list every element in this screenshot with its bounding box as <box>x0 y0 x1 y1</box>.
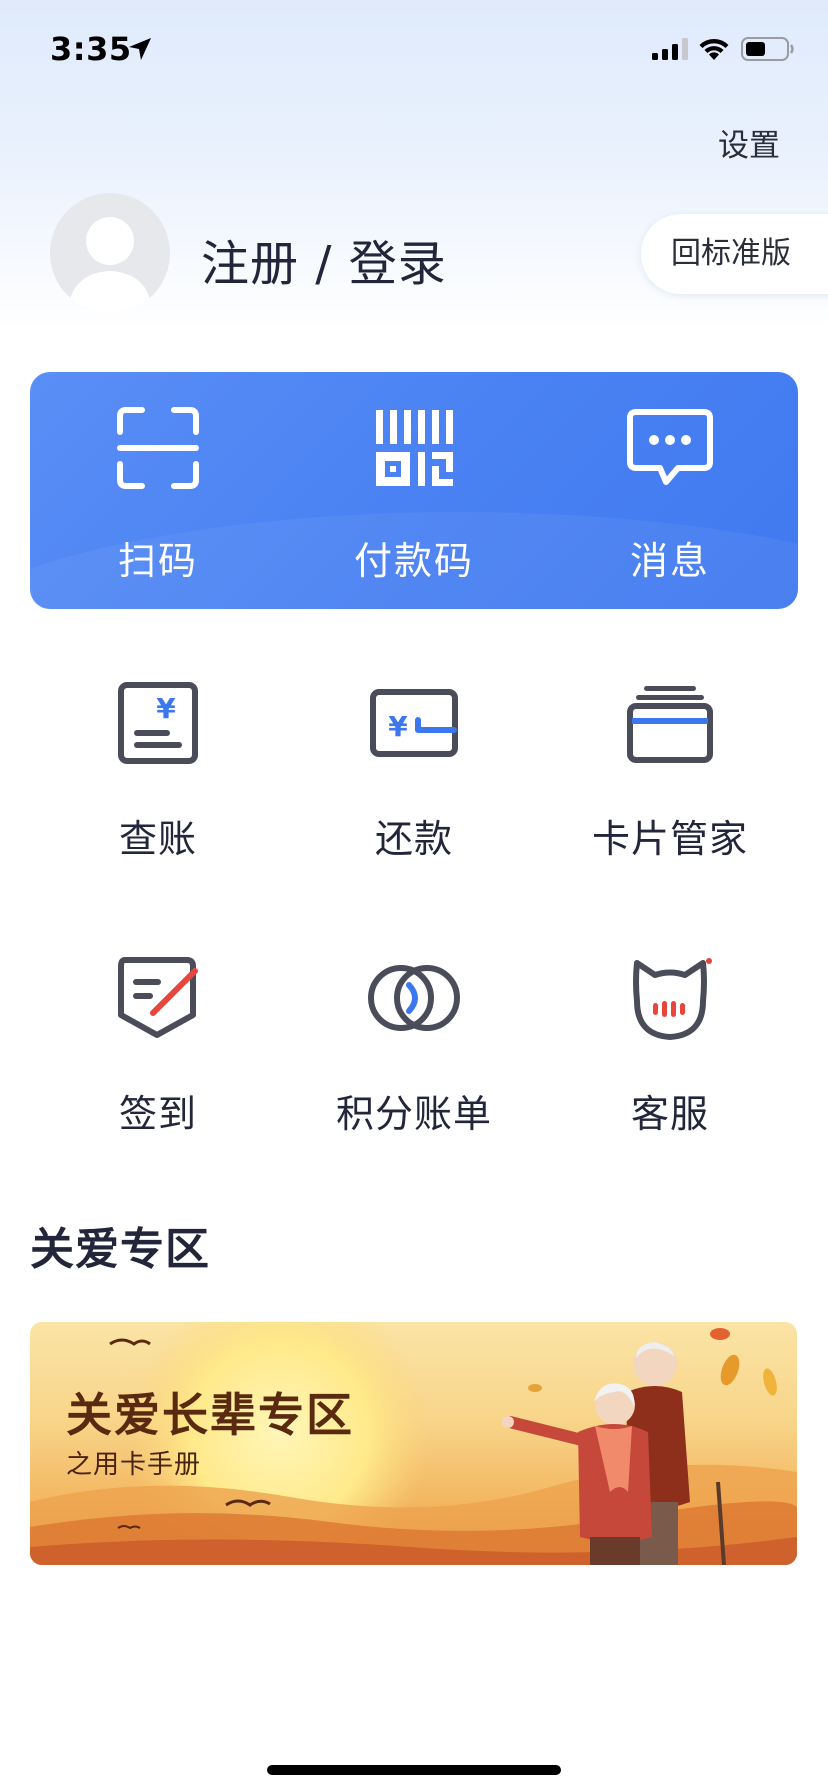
location-arrow-icon <box>129 38 151 60</box>
check-in-button[interactable]: 签到 <box>30 955 286 1165</box>
status-time: 3:35 <box>50 30 132 68</box>
payment-code-icon <box>376 410 453 486</box>
card-manager-label: 卡片管家 <box>591 817 748 861</box>
payment-code-label: 付款码 <box>353 539 474 583</box>
message-button[interactable]: 消息 <box>542 372 798 609</box>
card-manager-button[interactable]: 卡片管家 <box>542 680 798 890</box>
bill-query-button[interactable]: ¥ 查账 <box>30 680 286 890</box>
check-in-icon <box>118 957 198 1038</box>
cellular-signal-icon <box>652 38 688 60</box>
repayment-icon: ¥ <box>370 689 458 757</box>
customer-service-label: 客服 <box>630 1092 709 1136</box>
standard-version-button[interactable]: 回标准版 <box>641 214 828 294</box>
banner-title: 关爱长辈专区 <box>66 1388 354 1442</box>
default-user-icon <box>68 217 152 313</box>
avatar[interactable] <box>50 193 170 313</box>
register-login-link[interactable]: 注册 / 登录 <box>201 224 447 294</box>
care-section-title: 关爱专区 <box>30 1224 210 1275</box>
message-label: 消息 <box>629 539 710 583</box>
card-manager-icon <box>627 686 713 763</box>
points-bill-button[interactable]: 积分账单 <box>286 955 542 1165</box>
banner-subtitle: 之用卡手册 <box>66 1450 202 1480</box>
scan-label: 扫码 <box>117 539 198 583</box>
svg-text:¥: ¥ <box>388 710 408 743</box>
customer-service-icon <box>633 958 712 1040</box>
message-icon <box>627 409 713 485</box>
points-bill-icon <box>368 965 460 1031</box>
bill-query-label: 查账 <box>118 817 197 861</box>
customer-service-button[interactable]: 客服 <box>542 955 798 1165</box>
check-in-label: 签到 <box>118 1092 197 1136</box>
repayment-button[interactable]: ¥ 还款 <box>286 680 542 890</box>
svg-text:¥: ¥ <box>156 692 176 725</box>
quick-actions-card: 扫码 付款码 消息 <box>30 372 798 609</box>
elder-care-banner[interactable]: 关爱长辈专区 之用卡手册 <box>30 1322 797 1565</box>
repayment-label: 还款 <box>374 817 453 861</box>
settings-button[interactable]: 设置 <box>718 120 780 165</box>
wifi-icon <box>699 38 729 60</box>
battery-icon <box>741 37 794 61</box>
scan-button[interactable]: 扫码 <box>30 372 286 609</box>
status-bar: 3:35 <box>0 0 828 100</box>
points-bill-label: 积分账单 <box>335 1092 492 1136</box>
scan-icon <box>117 407 199 489</box>
payment-code-button[interactable]: 付款码 <box>286 372 542 609</box>
bill-query-icon: ¥ <box>118 682 198 764</box>
home-indicator[interactable] <box>267 1765 561 1775</box>
